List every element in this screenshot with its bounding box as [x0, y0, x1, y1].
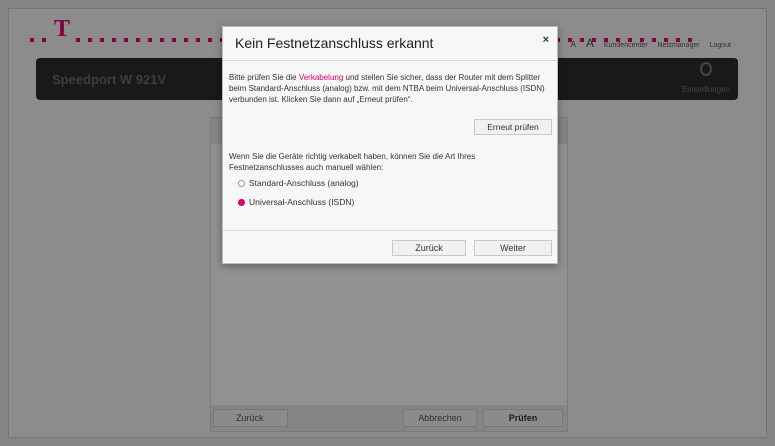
option-analog-label: Standard-Anschluss (analog) [249, 178, 359, 188]
radio-analog[interactable] [238, 179, 245, 187]
dialog-title: Kein Festnetzanschluss erkannt [235, 35, 434, 51]
dialog-footer-divider [223, 230, 557, 231]
option-analog[interactable]: Standard-Anschluss (analog) [238, 178, 359, 188]
recheck-button[interactable]: Erneut prüfen [474, 119, 552, 135]
cabling-link[interactable]: Verkabelung [299, 73, 343, 82]
option-isdn-label: Universal-Anschluss (ISDN) [249, 197, 355, 207]
option-isdn[interactable]: Universal-Anschluss (ISDN) [238, 197, 354, 207]
dialog-next-button[interactable]: Weiter [474, 240, 552, 256]
instructions-text-start: Bitte prüfen Sie die [229, 73, 299, 82]
dialog-back-button[interactable]: Zurück [392, 240, 466, 256]
no-landline-dialog: Kein Festnetzanschluss erkannt × Bitte p… [222, 26, 558, 264]
dialog-divider [223, 60, 557, 61]
manual-selection-text: Wenn Sie die Geräte richtig verkabelt ha… [229, 152, 476, 172]
dialog-instructions: Bitte prüfen Sie die Verkabelung und ste… [229, 72, 555, 105]
radio-isdn[interactable] [238, 198, 245, 206]
close-icon[interactable]: × [543, 34, 549, 46]
